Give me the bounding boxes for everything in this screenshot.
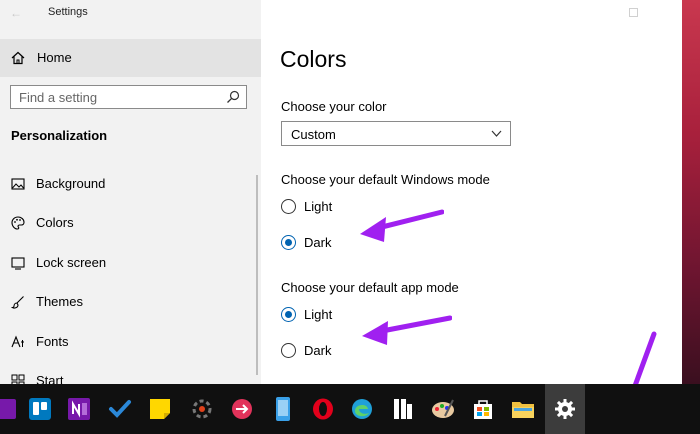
bookmark-app-icon [394, 399, 412, 419]
desktop-wallpaper [682, 0, 700, 384]
taskbar-phone[interactable] [263, 384, 303, 434]
taskbar-settings[interactable] [545, 384, 585, 434]
paint-icon [432, 399, 454, 418]
radio-label: Light [304, 199, 333, 214]
maximize-icon[interactable] [629, 8, 638, 17]
sidebar-item-label: Fonts [36, 334, 69, 349]
sidebar-item-colors[interactable]: Colors [0, 205, 261, 241]
loading-ring-icon [192, 399, 212, 419]
page-title: Colors [280, 46, 347, 72]
choose-color-label: Choose your color [281, 99, 387, 114]
sidebar-scrollbar[interactable] [256, 175, 258, 375]
sidebar-item-label: Background [36, 176, 106, 191]
home-icon [11, 51, 25, 65]
search-field[interactable] [10, 85, 247, 109]
main-content: Colors Choose your color Custom Choose y… [261, 0, 682, 384]
image-icon [11, 178, 25, 190]
fonts-icon [11, 335, 24, 348]
palette-icon [11, 216, 25, 230]
radio-label: Light [304, 307, 333, 322]
todo-icon [109, 400, 131, 418]
taskbar-loading-app[interactable] [182, 384, 222, 434]
settings-window: ← Settings Home Personalization Backgrou… [0, 0, 682, 384]
onenote-icon [68, 398, 90, 420]
sidebar-item-lock-screen[interactable]: Lock screen [0, 245, 261, 281]
taskbar [0, 384, 700, 434]
store-icon [474, 400, 492, 419]
taskbar-trello[interactable] [20, 384, 60, 434]
taskbar-sticky-notes[interactable] [140, 384, 180, 434]
onenote-partial-icon [0, 399, 16, 419]
radio-circle [281, 343, 296, 358]
taskbar-onenote[interactable] [59, 384, 99, 434]
taskbar-file-explorer[interactable] [503, 384, 543, 434]
settings-icon [555, 399, 575, 419]
search-icon[interactable] [226, 90, 240, 104]
chevron-down-icon [491, 130, 502, 137]
sticky-notes-icon [150, 399, 170, 419]
taskbar-bookmark-app[interactable] [383, 384, 423, 434]
phone-icon [276, 397, 290, 421]
color-dropdown[interactable]: Custom [281, 121, 511, 146]
sidebar-item-fonts[interactable]: Fonts [0, 324, 261, 360]
sidebar-item-home[interactable]: Home [0, 39, 261, 77]
brush-icon [11, 296, 24, 309]
start-icon [11, 374, 25, 384]
opera-icon [313, 398, 333, 420]
sidebar-item-background[interactable]: Background [0, 166, 261, 202]
color-dropdown-value: Custom [291, 127, 336, 142]
radio-dot [285, 311, 292, 318]
back-arrow-icon[interactable]: ← [10, 6, 22, 20]
sidebar-item-label: Start [36, 373, 64, 384]
radio-label: Dark [304, 343, 332, 358]
section-title: Personalization [11, 128, 108, 143]
taskbar-store[interactable] [463, 384, 503, 434]
radio-circle [281, 199, 296, 214]
taskbar-todo[interactable] [100, 384, 140, 434]
app-mode-label: Choose your default app mode [281, 280, 459, 295]
search-input[interactable] [19, 89, 214, 105]
lock-screen-icon [11, 257, 25, 270]
sidebar-item-start[interactable]: Start [0, 363, 261, 384]
taskbar-edge[interactable] [342, 384, 382, 434]
sidebar-item-label: Home [37, 50, 72, 65]
file-explorer-icon [512, 402, 534, 418]
sidebar: ← Settings Home Personalization Backgrou… [0, 0, 261, 384]
edge-icon [352, 399, 372, 419]
radio-dot [285, 239, 292, 246]
taskbar-pink-app[interactable] [222, 384, 262, 434]
taskbar-opera[interactable] [303, 384, 343, 434]
sidebar-item-label: Lock screen [36, 255, 107, 270]
taskbar-paint[interactable] [423, 384, 463, 434]
radio-label: Dark [304, 235, 332, 250]
windows-mode-label: Choose your default Windows mode [281, 172, 490, 187]
sidebar-item-label: Colors [36, 215, 74, 230]
window-title: Settings [48, 6, 88, 18]
trello-icon [29, 398, 51, 420]
title-bar: ← Settings [0, 0, 261, 30]
sidebar-item-label: Themes [36, 294, 83, 309]
pink-messaging-icon [232, 399, 252, 419]
sidebar-item-themes[interactable]: Themes [0, 284, 261, 320]
